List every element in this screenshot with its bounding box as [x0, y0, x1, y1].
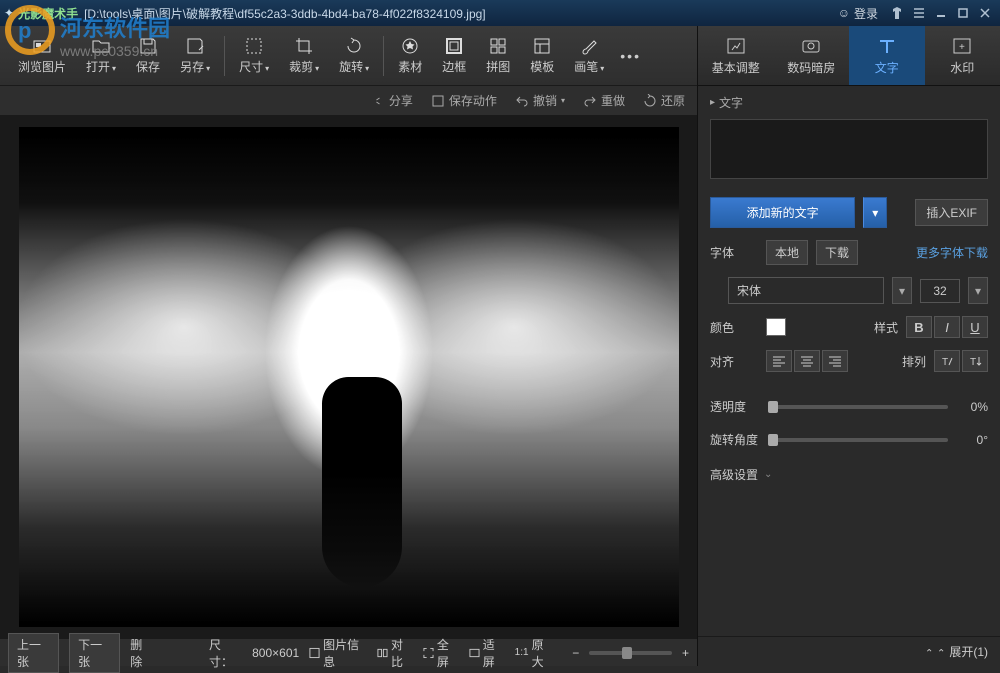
- align-center-button[interactable]: [794, 350, 820, 372]
- svg-text:p: p: [18, 18, 31, 43]
- login-button[interactable]: ☺ 登录: [830, 3, 886, 24]
- material-button[interactable]: 素材: [388, 32, 432, 79]
- canvas-area[interactable]: [0, 116, 697, 638]
- rotation-label: 旋转角度: [710, 431, 758, 448]
- user-icon: ☺: [838, 6, 850, 20]
- image-canvas[interactable]: [19, 127, 679, 627]
- watermark-overlay: p 河东软件园 www.pc0359.cn: [0, 0, 200, 80]
- size-value: 800×601: [252, 646, 299, 660]
- frame-button[interactable]: 边框: [432, 32, 476, 79]
- add-text-dropdown[interactable]: ▾: [863, 197, 887, 228]
- chevron-up-icon: ⌄: [937, 646, 945, 657]
- tab-watermark[interactable]: + 水印: [925, 26, 1000, 85]
- zoom-out-icon[interactable]: −: [572, 646, 579, 660]
- fit-screen-button[interactable]: 适屏: [469, 636, 505, 670]
- image-info-button[interactable]: 图片信息: [309, 636, 367, 670]
- font-download-button[interactable]: 下载: [816, 240, 858, 265]
- menu-button[interactable]: [908, 4, 930, 22]
- arrange-horizontal-button[interactable]: T: [934, 350, 960, 372]
- crop-button[interactable]: 裁剪▾: [279, 32, 329, 79]
- minimize-button[interactable]: [930, 4, 952, 22]
- brush-button[interactable]: 画笔▾: [564, 32, 614, 79]
- template-button[interactable]: 模板: [520, 32, 564, 79]
- svg-text:www.pc0359.cn: www.pc0359.cn: [59, 43, 158, 59]
- opacity-value: 0%: [958, 400, 988, 414]
- text-preview-box[interactable]: [710, 119, 988, 179]
- bold-button[interactable]: B: [906, 316, 932, 338]
- tab-text[interactable]: 文字: [849, 26, 925, 85]
- svg-text:+: +: [959, 42, 965, 53]
- panel-header[interactable]: 文字: [698, 86, 1000, 119]
- zoom-in-icon[interactable]: +: [682, 646, 689, 660]
- expand-panel-button[interactable]: ⌄ ⌄ 展开(1): [698, 636, 1000, 666]
- prev-image-button[interactable]: 上一张: [8, 633, 59, 673]
- tab-basic-adjust[interactable]: 基本调整: [698, 26, 774, 85]
- font-size-input[interactable]: 32: [920, 279, 960, 303]
- underline-button[interactable]: U: [962, 316, 988, 338]
- opacity-label: 透明度: [710, 398, 758, 415]
- zoom-slider[interactable]: [589, 651, 672, 655]
- close-button[interactable]: [974, 4, 996, 22]
- color-picker[interactable]: [766, 318, 786, 336]
- action-bar: 分享 保存动作 撤销▾ 重做 还原: [0, 86, 697, 116]
- font-size-dropdown-icon[interactable]: ▾: [968, 277, 988, 304]
- more-fonts-link[interactable]: 更多字体下载: [916, 244, 988, 261]
- share-button[interactable]: 分享: [371, 92, 413, 109]
- fullscreen-button[interactable]: 全屏: [423, 636, 459, 670]
- maximize-button[interactable]: [952, 4, 974, 22]
- svg-text:河东软件园: 河东软件园: [60, 16, 170, 41]
- more-button[interactable]: •••: [614, 44, 647, 68]
- arrange-vertical-button[interactable]: T: [962, 350, 988, 372]
- size-button[interactable]: 尺寸▾: [229, 32, 279, 79]
- insert-exif-button[interactable]: 插入EXIF: [915, 199, 988, 226]
- opacity-slider[interactable]: [768, 405, 948, 409]
- font-family-select[interactable]: 宋体: [728, 277, 884, 304]
- puzzle-button[interactable]: 拼图: [476, 32, 520, 79]
- font-family-dropdown-icon[interactable]: ▾: [892, 277, 912, 304]
- save-action-button[interactable]: 保存动作: [431, 92, 497, 109]
- arrange-label: 排列: [902, 353, 926, 370]
- undo-button[interactable]: 撤销▾: [515, 92, 565, 109]
- color-label: 颜色: [710, 319, 758, 336]
- next-image-button[interactable]: 下一张: [69, 633, 120, 673]
- rotation-value: 0°: [958, 433, 988, 447]
- skin-button[interactable]: [886, 4, 908, 22]
- svg-text:T: T: [970, 357, 976, 367]
- rotation-slider[interactable]: [768, 438, 948, 442]
- right-tabs: 基本调整 数码暗房 文字 + 水印: [698, 26, 1000, 86]
- align-left-button[interactable]: [766, 350, 792, 372]
- rotate-button[interactable]: 旋转▾: [329, 32, 379, 79]
- redo-button[interactable]: 重做: [583, 92, 625, 109]
- chevron-down-icon: ⌄: [764, 469, 772, 480]
- chevron-up-icon: ⌄: [925, 646, 933, 657]
- login-label: 登录: [854, 5, 878, 22]
- status-bar: 上一张 下一张 删除 尺寸： 800×601 图片信息 对比 全屏 适屏 1:1…: [0, 638, 697, 666]
- delete-button[interactable]: 删除: [130, 636, 152, 670]
- advanced-settings-toggle[interactable]: 高级设置 ⌄: [698, 456, 1000, 493]
- align-right-button[interactable]: [822, 350, 848, 372]
- size-label: 尺寸：: [209, 636, 242, 670]
- font-label: 字体: [710, 244, 758, 261]
- original-size-button[interactable]: 1:1原大: [515, 636, 553, 670]
- italic-button[interactable]: I: [934, 316, 960, 338]
- style-label: 样式: [874, 319, 898, 336]
- font-local-button[interactable]: 本地: [766, 240, 808, 265]
- svg-text:T: T: [942, 357, 948, 367]
- compare-button[interactable]: 对比: [377, 636, 413, 670]
- restore-button[interactable]: 还原: [643, 92, 685, 109]
- tab-darkroom[interactable]: 数码暗房: [774, 26, 850, 85]
- add-text-button[interactable]: 添加新的文字: [710, 197, 855, 228]
- align-label: 对齐: [710, 353, 758, 370]
